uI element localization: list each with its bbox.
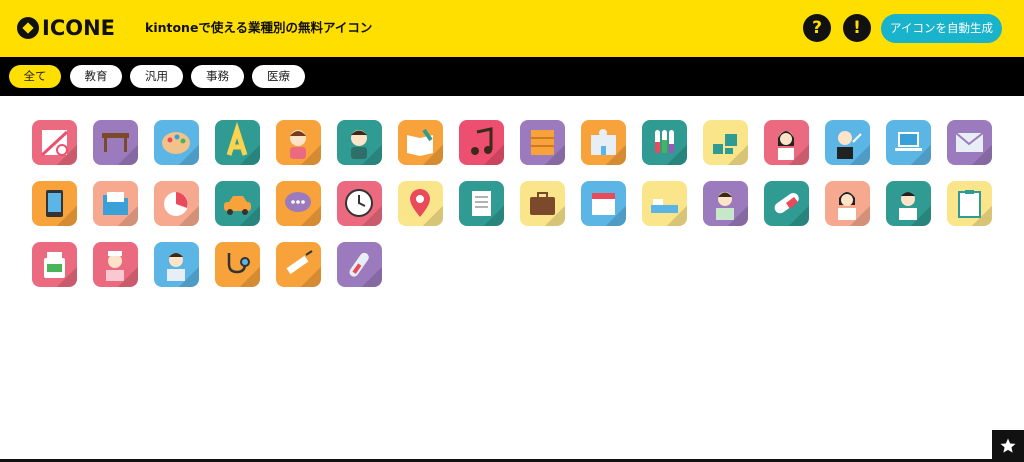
- chat-bubble-icon[interactable]: [276, 181, 321, 226]
- thermometer-icon[interactable]: [337, 242, 382, 287]
- bed-icon[interactable]: [642, 181, 687, 226]
- student-girl-icon[interactable]: [276, 120, 321, 165]
- laptop-icon[interactable]: [886, 120, 931, 165]
- car-icon[interactable]: [215, 181, 260, 226]
- music-note-icon[interactable]: [459, 120, 504, 165]
- clock-icon[interactable]: [337, 181, 382, 226]
- filter-education[interactable]: 教育: [70, 65, 122, 88]
- envelope-icon[interactable]: [947, 120, 992, 165]
- document-icon[interactable]: [459, 181, 504, 226]
- calendar-icon[interactable]: [581, 181, 626, 226]
- filter-office[interactable]: 事務: [191, 65, 244, 88]
- student-boy-icon[interactable]: [337, 120, 382, 165]
- logo[interactable]: ICONE: [17, 17, 115, 39]
- clipboard-icon[interactable]: [947, 181, 992, 226]
- letter-a-icon[interactable]: [215, 120, 260, 165]
- notice-button[interactable]: !: [843, 14, 871, 42]
- doctor-woman-icon[interactable]: [825, 181, 870, 226]
- filter-all[interactable]: 全て: [9, 65, 61, 88]
- help-button[interactable]: ?: [803, 14, 831, 42]
- teacher-man-icon[interactable]: [825, 120, 870, 165]
- capsule-icon[interactable]: [764, 181, 809, 226]
- map-pin-icon[interactable]: [398, 181, 443, 226]
- folder-icon[interactable]: [93, 181, 138, 226]
- site-tagline: kintoneで使える業種別の無料アイコン: [145, 20, 373, 35]
- category-filter-bar: 全て 教育 汎用 事務 医療: [0, 57, 1024, 96]
- header-bar: ICONE kintoneで使える業種別の無料アイコン ? ! アイコンを自動生…: [0, 0, 1024, 57]
- favorites-button[interactable]: [992, 430, 1024, 462]
- tablet-icon[interactable]: [32, 181, 77, 226]
- doctor-man-icon[interactable]: [886, 181, 931, 226]
- logo-mark-icon: [17, 17, 39, 39]
- medicine-bottle-icon[interactable]: [32, 242, 77, 287]
- patient-man-icon[interactable]: [154, 242, 199, 287]
- filter-general[interactable]: 汎用: [130, 65, 183, 88]
- teacher-woman-icon[interactable]: [764, 120, 809, 165]
- geometry-icon[interactable]: [32, 120, 77, 165]
- star-icon: [1000, 438, 1016, 453]
- test-tubes-icon[interactable]: [642, 120, 687, 165]
- auto-generate-button[interactable]: アイコンを自動生成: [881, 14, 1002, 43]
- patient-icon[interactable]: [703, 181, 748, 226]
- blocks-icon[interactable]: [703, 120, 748, 165]
- filter-medical[interactable]: 医療: [252, 65, 305, 88]
- drawers-icon[interactable]: [520, 120, 565, 165]
- book-pencil-icon[interactable]: [398, 120, 443, 165]
- logo-text: ICONE: [42, 16, 115, 40]
- nurse-icon[interactable]: [93, 242, 138, 287]
- school-building-icon[interactable]: [581, 120, 626, 165]
- syringe-icon[interactable]: [276, 242, 321, 287]
- palette-icon[interactable]: [154, 120, 199, 165]
- stethoscope-icon[interactable]: [215, 242, 260, 287]
- desk-icon[interactable]: [93, 120, 138, 165]
- pie-chart-icon[interactable]: [154, 181, 199, 226]
- briefcase-icon[interactable]: [520, 181, 565, 226]
